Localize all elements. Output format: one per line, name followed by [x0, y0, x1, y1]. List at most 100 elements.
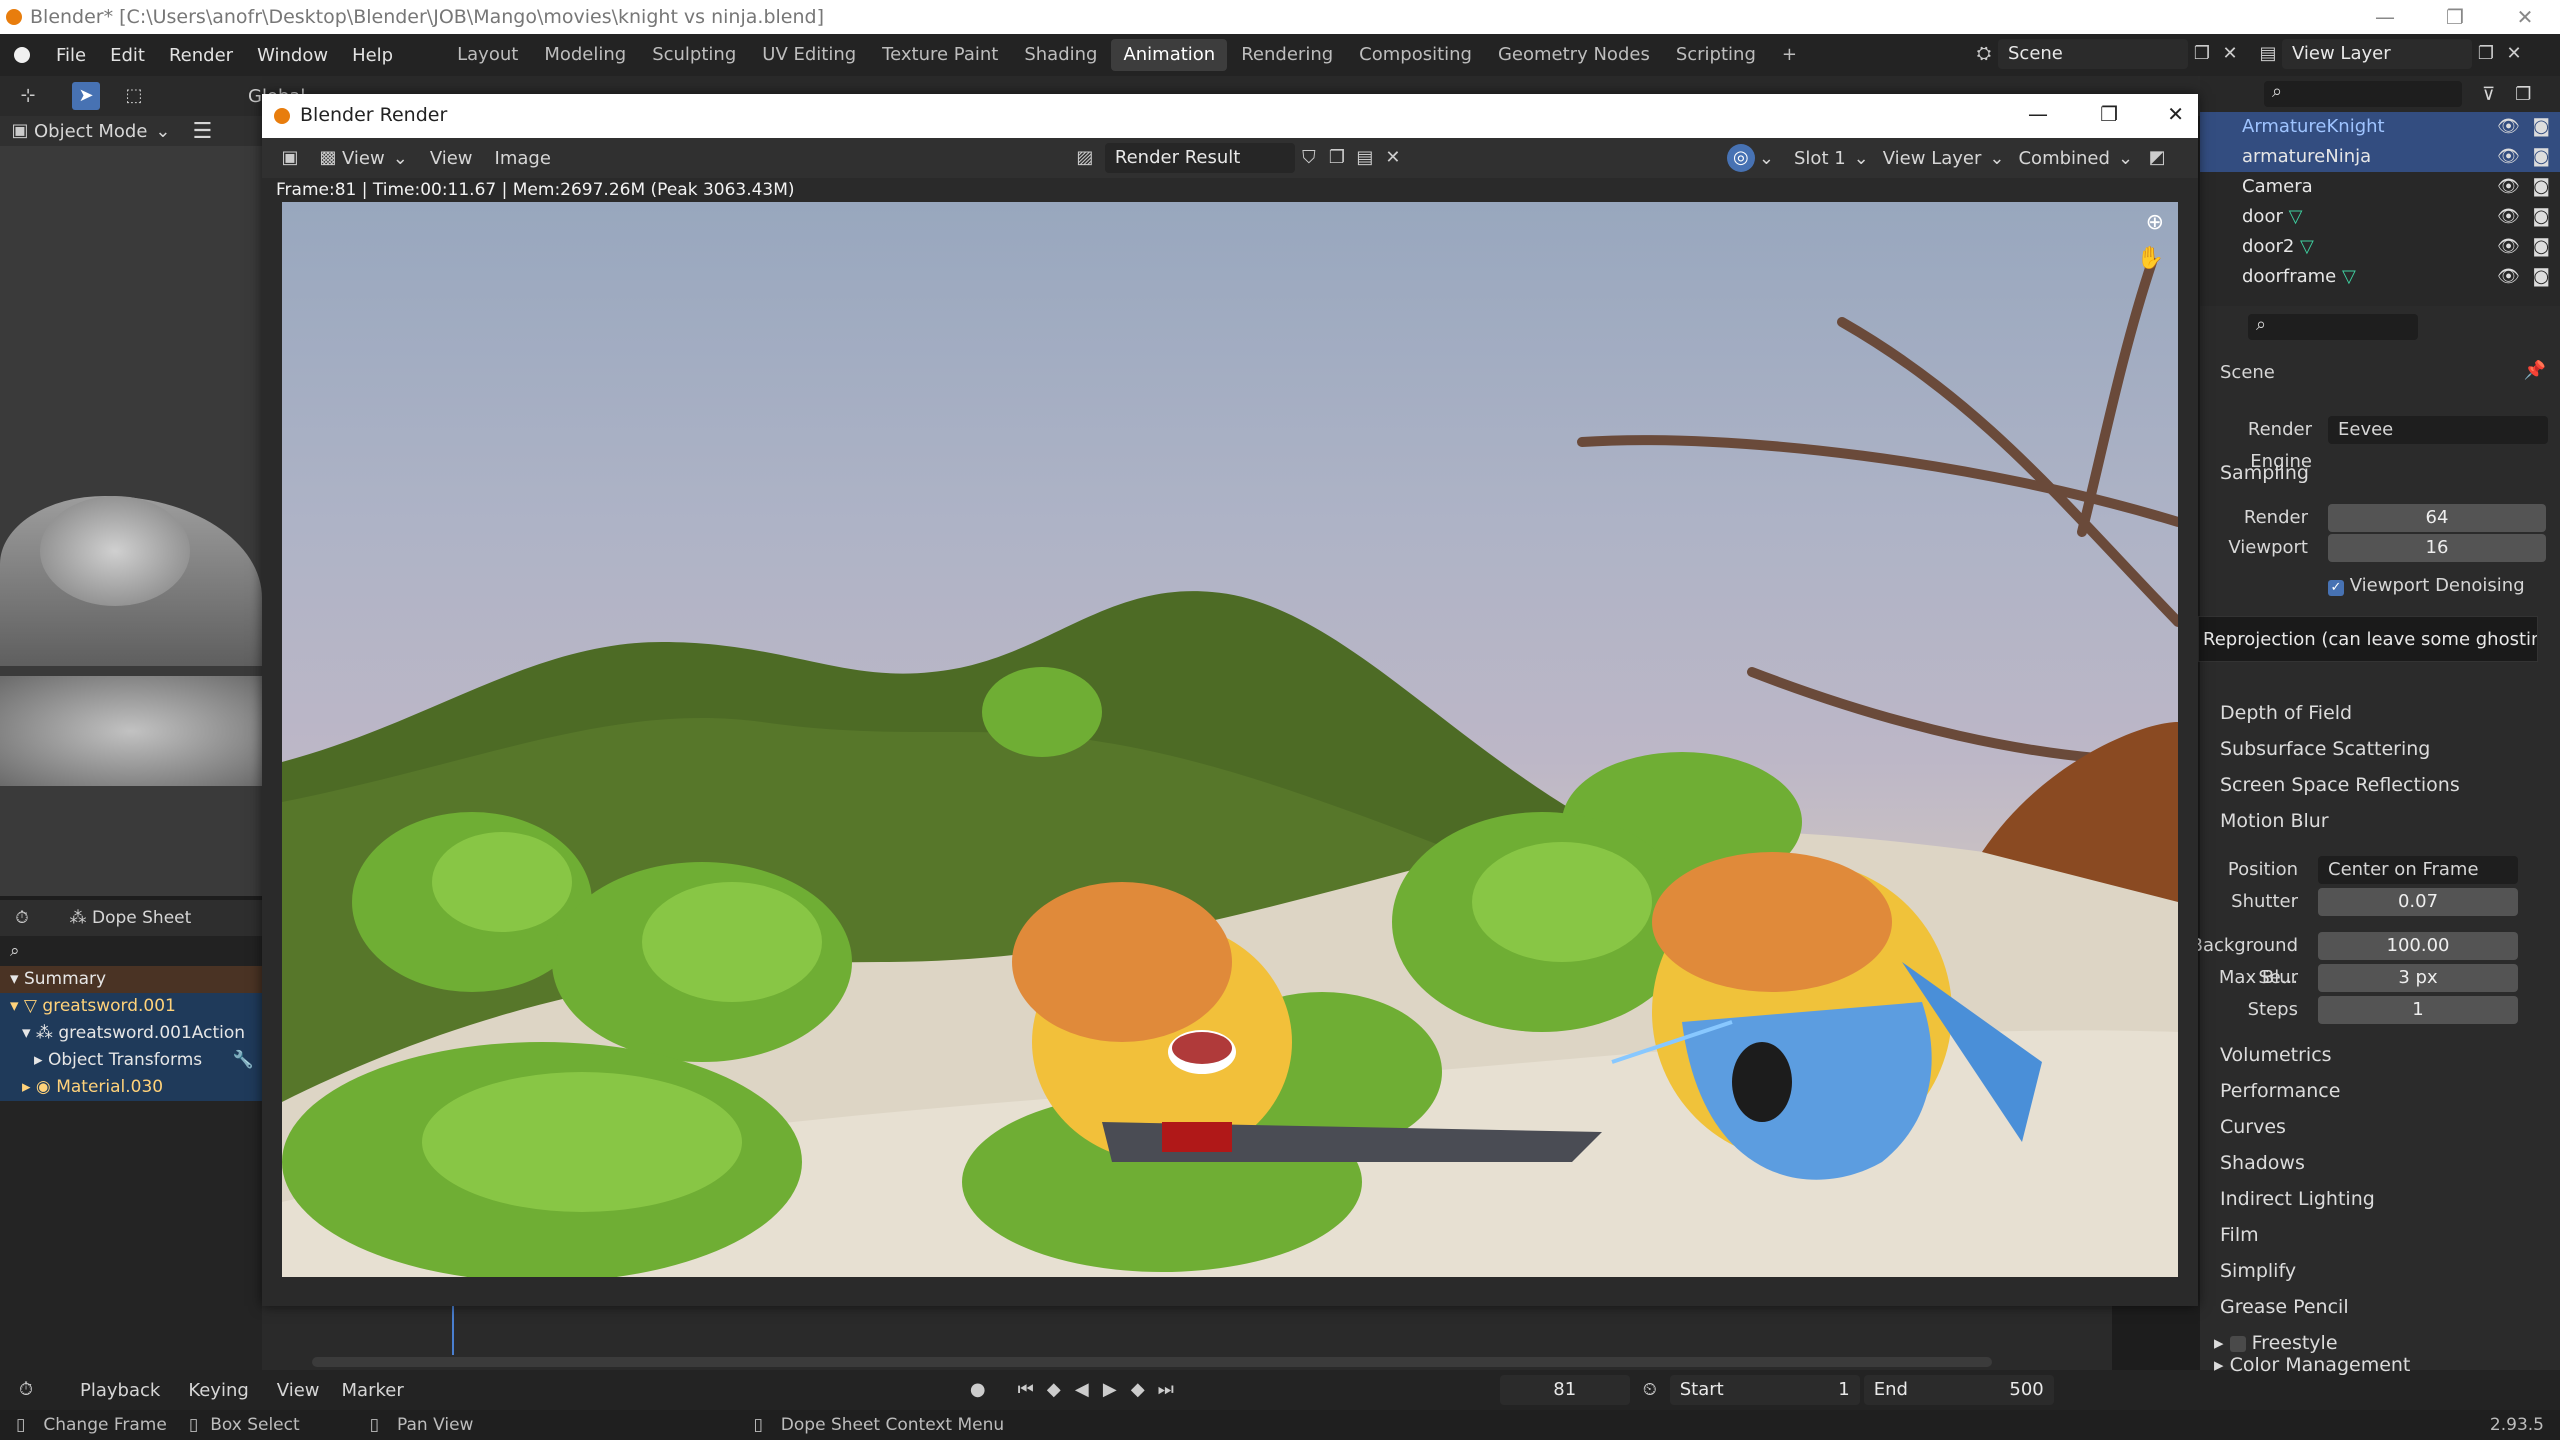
- duplicate-icon[interactable]: ❐: [1323, 144, 1351, 172]
- render-engine-dropdown[interactable]: Eevee: [2328, 416, 2548, 444]
- camera-icon[interactable]: ◙: [2533, 142, 2550, 172]
- image-browse-icon[interactable]: ▨: [1071, 144, 1099, 172]
- timeline-scrollbar[interactable]: [312, 1357, 1992, 1367]
- tab-geometry-nodes[interactable]: Geometry Nodes: [1486, 39, 1662, 71]
- section-simplify[interactable]: Simplify: [2220, 1260, 2296, 1282]
- outliner-item-armatureknight[interactable]: ArmatureKnight 👁 ◙: [2200, 112, 2560, 142]
- timeline-editor-icon[interactable]: ⏱: [12, 1376, 40, 1404]
- eye-icon[interactable]: 👁: [2497, 232, 2520, 262]
- blender-menu-icon[interactable]: [14, 47, 30, 63]
- section-color-management[interactable]: ▸ Color Management: [2214, 1354, 2410, 1376]
- slot-dropdown[interactable]: Slot 1: [1794, 148, 1846, 169]
- outliner-item-doorframe[interactable]: doorframe ▽ 👁 ◙: [2200, 262, 2560, 292]
- menu-window[interactable]: Window: [245, 45, 340, 66]
- current-frame-field[interactable]: 81: [1499, 1375, 1630, 1405]
- start-frame-field[interactable]: Start 1: [1669, 1375, 1860, 1405]
- playhead[interactable]: [452, 1305, 454, 1355]
- section-motion-blur[interactable]: Motion Blur: [2220, 810, 2329, 832]
- tab-animation[interactable]: Animation: [1111, 39, 1228, 71]
- display-channels-icon[interactable]: ◎: [1726, 144, 1755, 172]
- clock-icon[interactable]: ⏲: [1636, 1376, 1664, 1404]
- eye-icon[interactable]: 👁: [2497, 262, 2520, 292]
- jump-keyframe-back-icon[interactable]: ◆: [1040, 1376, 1068, 1404]
- image-menu[interactable]: Image: [495, 148, 551, 169]
- section-subsurface-scattering[interactable]: Subsurface Scattering: [2220, 738, 2430, 760]
- keying-menu[interactable]: Keying: [188, 1380, 248, 1401]
- section-curves[interactable]: Curves: [2220, 1116, 2286, 1138]
- play-reverse-icon[interactable]: ◀: [1068, 1376, 1096, 1404]
- camera-icon[interactable]: ◙: [2533, 232, 2550, 262]
- left-3d-viewport[interactable]: ▣ Object Mode ⌄ ☰: [0, 116, 262, 896]
- outliner-search[interactable]: ⌕: [2264, 81, 2462, 107]
- minimize-button[interactable]: —: [2350, 0, 2420, 34]
- end-frame-field[interactable]: End 500: [1863, 1375, 2054, 1405]
- properties-search[interactable]: ⌕: [2248, 314, 2418, 340]
- hamburger-menu-icon[interactable]: ☰: [192, 119, 212, 144]
- section-grease-pencil[interactable]: Grease Pencil: [2220, 1296, 2349, 1318]
- layer-dropdown[interactable]: View Layer: [1883, 148, 1982, 169]
- render-minimize-button[interactable]: —: [2028, 102, 2048, 126]
- section-film[interactable]: Film: [2220, 1224, 2259, 1246]
- zoom-icon[interactable]: ⊕: [2146, 210, 2164, 235]
- mb-max-blur-field[interactable]: 3 px: [2318, 964, 2518, 992]
- dope-row-material[interactable]: ▸ ◉ Material.030: [0, 1074, 262, 1101]
- view-mode-icon[interactable]: ▩: [314, 144, 342, 172]
- view-layer-icon[interactable]: ▤: [2254, 40, 2282, 68]
- mb-steps-field[interactable]: 1: [2318, 996, 2518, 1024]
- view-dropdown[interactable]: View: [342, 148, 385, 169]
- tab-compositing[interactable]: Compositing: [1347, 39, 1484, 71]
- maximize-button[interactable]: ❐: [2420, 0, 2490, 34]
- jump-keyframe-forward-icon[interactable]: ◆: [1124, 1376, 1152, 1404]
- scene-icon[interactable]: ⛭: [1970, 40, 1998, 68]
- section-freestyle[interactable]: ▸ Freestyle: [2214, 1332, 2338, 1354]
- scene-remove-icon[interactable]: ✕: [2216, 40, 2244, 68]
- section-depth-of-field[interactable]: Depth of Field: [2220, 702, 2352, 724]
- section-performance[interactable]: Performance: [2220, 1080, 2340, 1102]
- menu-render[interactable]: Render: [157, 45, 245, 66]
- tab-sculpting[interactable]: Sculpting: [640, 39, 748, 71]
- pass-dropdown[interactable]: Combined: [2018, 148, 2109, 169]
- eye-icon[interactable]: 👁: [2497, 202, 2520, 232]
- select-tool-icon[interactable]: ➤: [72, 82, 100, 110]
- mb-shutter-field[interactable]: 0.07: [2318, 888, 2518, 916]
- outliner-item-camera[interactable]: Camera 👁 ◙: [2200, 172, 2560, 202]
- eye-icon[interactable]: 👁: [2497, 142, 2520, 172]
- display-mode-icon[interactable]: ◩: [2143, 144, 2171, 172]
- camera-icon[interactable]: ◙: [2533, 112, 2550, 142]
- section-ssr[interactable]: Screen Space Reflections: [2220, 774, 2460, 796]
- section-shadows[interactable]: Shadows: [2220, 1152, 2305, 1174]
- outliner-item-door[interactable]: door ▽ 👁 ◙: [2200, 202, 2560, 232]
- dope-row-summary[interactable]: ▾ Summary: [0, 966, 262, 993]
- section-sampling[interactable]: Sampling: [2220, 462, 2309, 484]
- render-maximize-button[interactable]: ❐: [2100, 102, 2118, 126]
- pin-icon[interactable]: 📌: [2524, 360, 2546, 381]
- eye-icon[interactable]: 👁: [2497, 172, 2520, 202]
- open-folder-icon[interactable]: ▤: [1351, 144, 1379, 172]
- playback-menu[interactable]: Playback: [80, 1380, 160, 1401]
- view-layer-remove-icon[interactable]: ✕: [2500, 40, 2528, 68]
- tab-scripting[interactable]: Scripting: [1664, 39, 1768, 71]
- tab-modeling[interactable]: Modeling: [532, 39, 638, 71]
- eye-icon[interactable]: 👁: [2497, 112, 2520, 142]
- dope-editor-icon[interactable]: ⏱: [8, 904, 36, 932]
- scene-copy-icon[interactable]: ❐: [2188, 40, 2216, 68]
- dope-row-object[interactable]: ▾ ▽ greatsword.001: [0, 993, 262, 1020]
- menu-edit[interactable]: Edit: [98, 45, 157, 66]
- render-samples-field[interactable]: 64: [2328, 504, 2546, 532]
- close-button[interactable]: ✕: [2490, 0, 2560, 34]
- outliner-item-door2[interactable]: door2 ▽ 👁 ◙: [2200, 232, 2560, 262]
- view-layer-field[interactable]: View Layer: [2282, 39, 2472, 69]
- view-layer-copy-icon[interactable]: ❐: [2472, 40, 2500, 68]
- dope-row-transforms[interactable]: ▸ Object Transforms 🔧: [0, 1047, 262, 1074]
- outliner-item-armatureninja[interactable]: armatureNinja 👁 ◙: [2200, 142, 2560, 172]
- render-close-button[interactable]: ✕: [2167, 102, 2184, 126]
- viewport-denoising-checkbox[interactable]: ✓ Viewport Denoising: [2328, 570, 2560, 602]
- filter-icon[interactable]: ⊽: [2482, 84, 2495, 105]
- marker-menu[interactable]: Marker: [342, 1380, 404, 1401]
- dope-search[interactable]: ⌕: [0, 936, 262, 966]
- shield-icon[interactable]: ⛉: [1295, 144, 1323, 172]
- mb-position-dropdown[interactable]: Center on Frame: [2318, 856, 2518, 884]
- view-menu[interactable]: View: [277, 1380, 320, 1401]
- new-collection-icon[interactable]: ❐: [2515, 84, 2531, 105]
- mb-bg-sep-field[interactable]: 100.00: [2318, 932, 2518, 960]
